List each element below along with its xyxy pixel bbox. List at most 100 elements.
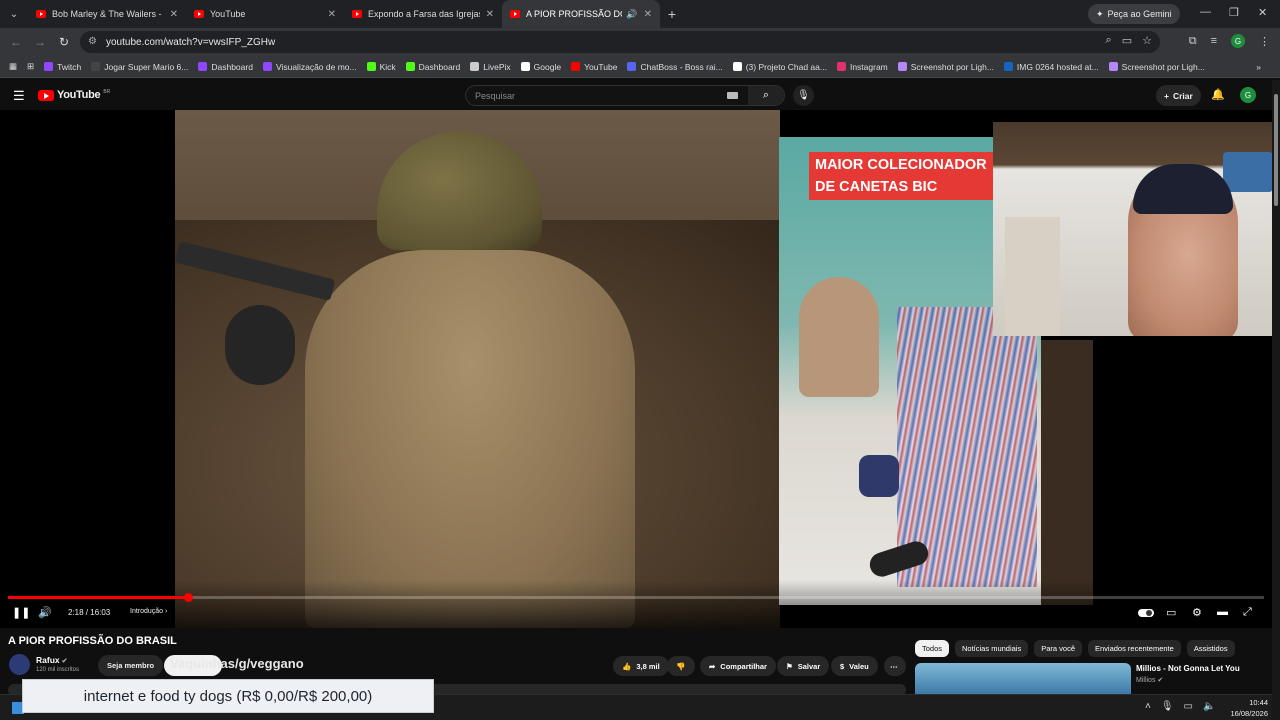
bookmark-item[interactable]: Visualização de mo... — [258, 62, 362, 72]
bookmark-item[interactable]: Twitch — [39, 62, 86, 72]
bookmark-item[interactable]: Kick — [362, 62, 401, 72]
tab-close-icon[interactable]: ✕ — [170, 9, 178, 20]
like-button[interactable]: 👍 3,8 mil — [613, 656, 669, 676]
restore-icon[interactable]: ❐ — [1229, 6, 1239, 19]
recommendation-title[interactable]: Millios - Not Gonna Let You — [1136, 664, 1240, 673]
forward-arrow-icon[interactable]: → — [28, 35, 52, 49]
chapter-button[interactable]: Introdução › — [130, 608, 167, 615]
join-button[interactable]: Seja membro — [98, 655, 164, 676]
microphone-tray-icon[interactable]: 🎙 — [1161, 701, 1174, 712]
keyboard-icon[interactable] — [727, 92, 738, 99]
channel-avatar[interactable] — [9, 654, 30, 675]
chip-recently-uploaded[interactable]: Enviados recentemente — [1088, 640, 1181, 657]
bookmark-star-icon[interactable]: ☆ — [1142, 34, 1152, 47]
gemini-label: Peça ao Gemini — [1107, 9, 1172, 19]
apps-icon[interactable]: ▦ — [4, 61, 22, 72]
youtube-header: ☰ YouTube BR Pesquisar ⌕ 🎙 + Criar 🔔 G — [0, 80, 1280, 110]
progress-bar[interactable] — [8, 593, 1264, 602]
close-window-icon[interactable]: ✕ — [1258, 6, 1267, 19]
scrubber-handle[interactable] — [183, 593, 193, 602]
minimize-icon[interactable]: — — [1200, 6, 1211, 18]
taskbar-clock[interactable]: 10:44 16/08/2026 — [1226, 697, 1268, 719]
microphone-icon[interactable]: 🎙 — [793, 85, 814, 106]
address-bar[interactable]: ⚙ youtube.com/watch?v=vwsIFP_ZGHw ⌕ ▭ ☆ — [80, 31, 1160, 53]
video-player[interactable]: MAIOR COLECIONADOR DE CANETAS BIC — [0, 110, 1272, 628]
bookmark-item[interactable]: ChatBoss - Boss rai... — [622, 62, 727, 72]
webcam-fan — [1223, 152, 1272, 192]
bookmark-label: ChatBoss - Boss rai... — [640, 61, 723, 72]
bookmark-item[interactable]: Jogar Super Mario 6... — [86, 62, 193, 72]
channel-name[interactable]: Rafux ✔ — [36, 655, 68, 665]
youtube-play-icon — [38, 89, 54, 101]
subtitles-icon[interactable]: ▭ — [1166, 606, 1176, 619]
bookmark-item[interactable]: YouTube — [566, 62, 622, 72]
pause-icon[interactable]: ❚❚ — [12, 606, 30, 619]
search-icon[interactable]: ⌕ — [748, 86, 784, 105]
bookmark-item[interactable]: Screenshot por Ligh... — [893, 62, 999, 72]
fullscreen-icon[interactable]: ⤢ — [1243, 606, 1252, 619]
thanks-button[interactable]: $ Valeu — [831, 656, 878, 676]
scrollbar-thumb[interactable] — [1274, 94, 1278, 206]
dislike-button[interactable]: 👎 — [667, 656, 695, 676]
tab-pior-profissao[interactable]: A PIOR PROFISSÃO DO BRA 🔊 ✕ — [502, 0, 660, 28]
cast-icon[interactable]: ▭ — [1122, 34, 1132, 47]
youtube-logo[interactable]: YouTube BR — [38, 89, 110, 101]
youtube-logo-text: YouTube — [57, 89, 101, 101]
tray-chevron-icon[interactable]: ˄ — [1145, 701, 1151, 712]
settings-gear-icon[interactable]: ⚙ — [1192, 606, 1202, 619]
tab-close-icon[interactable]: ✕ — [328, 9, 336, 20]
reload-icon[interactable]: ↻ — [52, 35, 76, 49]
search-input[interactable]: Pesquisar — [466, 91, 727, 101]
network-icon[interactable]: ▭ — [1184, 701, 1193, 712]
bookmark-item[interactable]: IMG 0264 hosted at... — [999, 62, 1104, 72]
bookmark-item[interactable]: (3) Projeto Chad aa... — [728, 62, 832, 72]
bookmark-item[interactable]: Dashboard — [401, 62, 466, 72]
new-tab-button[interactable]: + — [660, 6, 684, 22]
save-button[interactable]: ⚑ Salvar — [777, 656, 830, 676]
chip-watched[interactable]: Assistidos — [1186, 640, 1235, 657]
chip-world-news[interactable]: Notícias mundiais — [955, 640, 1029, 657]
share-button[interactable]: ➦ Compartilhar — [700, 656, 776, 676]
site-info-icon[interactable]: ⚙ — [88, 36, 97, 47]
gemini-button[interactable]: ✦ Peça ao Gemini — [1088, 4, 1180, 24]
media-control-icon[interactable]: ≡ — [1211, 35, 1217, 47]
back-arrow-icon[interactable]: ← — [4, 35, 28, 49]
autoplay-toggle[interactable] — [1138, 609, 1154, 617]
tab-close-icon[interactable]: ✕ — [486, 9, 494, 20]
bookmark-item[interactable]: Screenshot por Ligh... — [1104, 62, 1210, 72]
speaker-icon[interactable]: 🔈 — [1203, 701, 1215, 712]
bookmark-item[interactable]: Google — [516, 62, 566, 72]
share-label: Compartilhar — [720, 661, 767, 671]
volume-icon[interactable]: 🔊 — [38, 606, 52, 619]
tab-label: Expondo a Farsa das Igrejas Ev — [368, 9, 480, 19]
grid-icon[interactable]: ⊞ — [22, 61, 39, 72]
page-scrollbar[interactable] — [1272, 80, 1280, 720]
recommendation-channel[interactable]: Millios ✔ — [1136, 676, 1163, 684]
bookmark-item[interactable]: Dashboard — [193, 62, 258, 72]
theater-mode-icon[interactable]: ▬ — [1217, 606, 1228, 618]
tab-search-button[interactable]: ⌄ — [0, 0, 28, 28]
bookmark-label: Visualização de mo... — [275, 61, 357, 72]
profile-avatar[interactable]: G — [1231, 34, 1245, 48]
tab-bob-marley[interactable]: Bob Marley & The Wailers - Exo ✕ — [28, 0, 186, 28]
tab-close-icon[interactable]: ✕ — [644, 9, 652, 20]
audio-playing-icon[interactable]: 🔊 — [626, 9, 637, 20]
bookmark-item[interactable]: LivePix — [465, 62, 515, 72]
tab-expondo[interactable]: Expondo a Farsa das Igrejas Ev ✕ — [344, 0, 502, 28]
browser-menu-icon[interactable]: ⋮ — [1259, 35, 1270, 48]
extensions-icon[interactable]: ⧉ — [1189, 35, 1197, 48]
create-button[interactable]: + Criar — [1156, 85, 1201, 106]
more-actions-icon[interactable]: ⋯ — [884, 656, 906, 676]
bookmark-item[interactable]: Instagram — [832, 62, 893, 72]
recommendation-thumbnail[interactable] — [915, 663, 1131, 695]
chip-for-you[interactable]: Para você — [1034, 640, 1082, 657]
account-avatar[interactable]: G — [1240, 87, 1256, 103]
chip-all[interactable]: Todos — [915, 640, 950, 657]
more-bookmarks-icon[interactable]: » — [1251, 62, 1266, 72]
zoom-icon[interactable]: ⌕ — [1106, 34, 1112, 47]
search-box[interactable]: Pesquisar ⌕ — [465, 85, 785, 106]
notifications-bell-icon[interactable]: 🔔 — [1211, 88, 1225, 101]
menu-hamburger-icon[interactable]: ☰ — [13, 88, 25, 104]
youtube-favicon-icon — [352, 10, 362, 18]
tab-youtube[interactable]: YouTube ✕ — [186, 0, 344, 28]
